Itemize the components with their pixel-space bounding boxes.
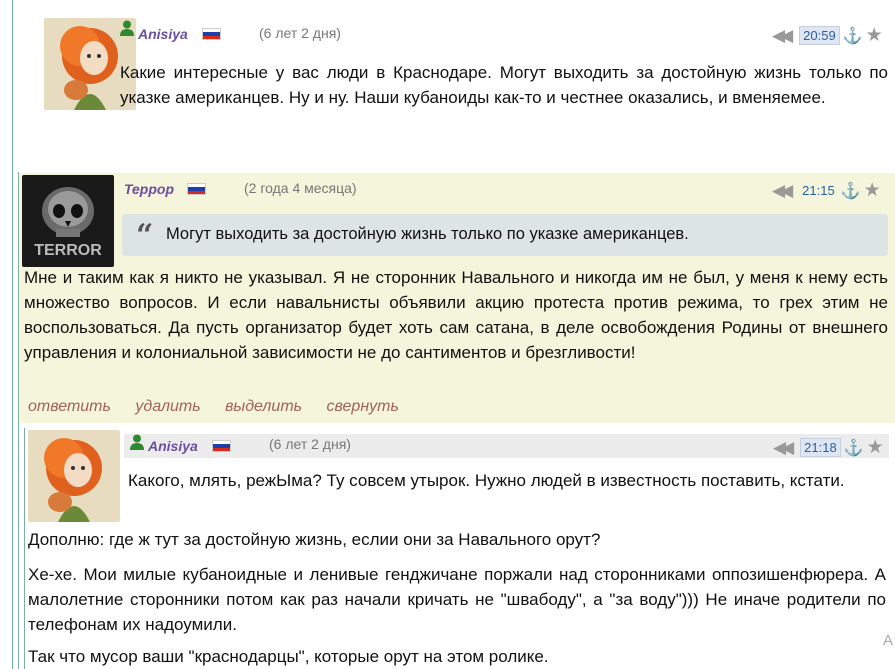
comment-tools: ◀◀ 21:15 ⚓ ★: [772, 179, 881, 202]
edge-text: А: [883, 632, 894, 649]
quote-icon: “: [136, 218, 154, 253]
comment-text: Какие интересные у вас люди в Краснодаре…: [120, 63, 888, 107]
reply-link[interactable]: ответить: [28, 398, 111, 415]
thread-line: [18, 172, 19, 669]
comment-time[interactable]: 21:15: [799, 182, 838, 199]
star-icon[interactable]: ★: [867, 436, 884, 459]
author-name[interactable]: Anisiya: [138, 26, 188, 42]
delete-link[interactable]: удалить: [135, 398, 200, 415]
anchor-icon[interactable]: ⚓: [843, 26, 863, 46]
star-icon[interactable]: ★: [864, 179, 881, 202]
flag-icon: [187, 183, 206, 195]
comment-text: Мне и таким как я никто не указывал. Я н…: [24, 268, 888, 362]
author-age: (6 лет 2 дня): [269, 436, 351, 452]
thread-line: [12, 0, 13, 669]
author-name[interactable]: Anisiya: [148, 438, 198, 454]
comment-highlighted: TERROR Террор (2 года 4 месяца) ◀◀ 21:15…: [20, 173, 895, 423]
anchor-icon[interactable]: ⚓: [844, 438, 864, 458]
comment-tools: ◀◀ 21:18 ⚓ ★: [773, 436, 884, 459]
author-name[interactable]: Террор: [124, 181, 174, 197]
rewind-icon[interactable]: ◀◀: [773, 438, 794, 458]
comment-paragraph: Так что мусор ваши "краснодарцы", которы…: [28, 647, 549, 666]
comment-paragraph: Дополню: где ж тут за достойную жизнь, е…: [28, 530, 601, 549]
rewind-icon[interactable]: ◀◀: [772, 26, 793, 46]
comment-tools: ◀◀ 20:59 ⚓ ★: [772, 24, 883, 47]
flag-icon: [212, 440, 231, 452]
avatar[interactable]: [28, 430, 120, 522]
quote-text: Могут выходить за достойную жизнь только…: [166, 225, 689, 243]
user-icon: [130, 434, 144, 455]
comment-time[interactable]: 20:59: [799, 26, 840, 45]
avatar[interactable]: TERROR: [22, 175, 114, 267]
comment-text: Какого, млять, режЫма? Ту совсем утырок.…: [128, 471, 845, 490]
anchor-icon[interactable]: ⚓: [841, 181, 861, 201]
user-icon: [120, 20, 134, 41]
highlight-link[interactable]: выделить: [225, 398, 302, 415]
star-icon[interactable]: ★: [866, 24, 883, 47]
comment: Anisiya (6 лет 2 дня) ◀◀ 20:59 ⚓ ★ Какие…: [14, 8, 895, 148]
author-age: (2 года 4 месяца): [244, 180, 357, 196]
comment-actions: ответить удалить выделить свернуть: [28, 398, 419, 416]
comment-time[interactable]: 21:18: [800, 438, 841, 457]
collapse-link[interactable]: свернуть: [327, 398, 399, 415]
quote-block: “ Могут выходить за достойную жизнь толь…: [122, 214, 888, 256]
rewind-icon[interactable]: ◀◀: [772, 181, 793, 201]
flag-icon: [202, 28, 221, 40]
svg-text:TERROR: TERROR: [34, 242, 102, 259]
author-age: (6 лет 2 дня): [259, 25, 341, 41]
thread-line: [24, 428, 25, 669]
comment: Anisiya (6 лет 2 дня) ◀◀ 21:18 ⚓ ★ Каког…: [26, 428, 895, 669]
comment-paragraph: Хе-хе. Мои милые кубаноидные и ленивые г…: [28, 565, 886, 634]
